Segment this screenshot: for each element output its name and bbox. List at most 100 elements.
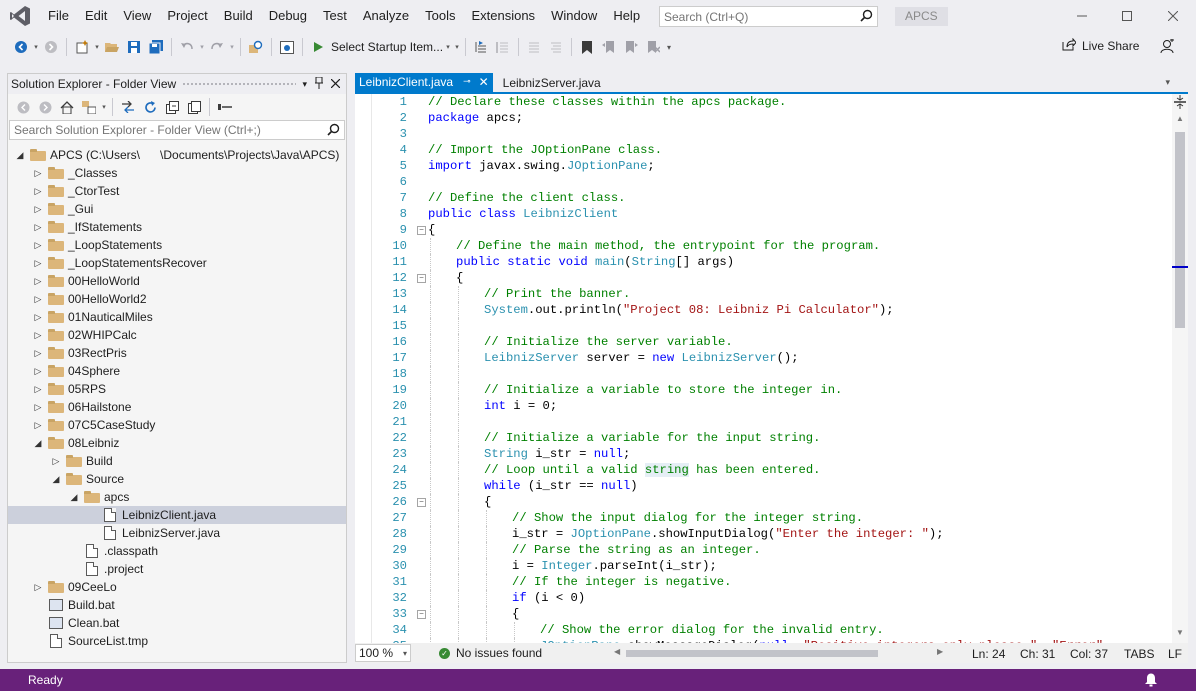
show-all-files-icon[interactable] bbox=[183, 96, 205, 118]
collapsed-arrow-icon[interactable]: ▷ bbox=[32, 312, 44, 323]
collapsed-arrow-icon[interactable]: ▷ bbox=[32, 222, 44, 233]
vertical-scrollbar[interactable]: ▲ ▼ bbox=[1172, 94, 1188, 643]
code-line[interactable]: 12 − { bbox=[355, 270, 1173, 286]
code-line[interactable]: 21 bbox=[355, 414, 1173, 430]
collapsed-arrow-icon[interactable]: ▷ bbox=[32, 384, 44, 395]
step-over-icon[interactable] bbox=[470, 36, 492, 58]
collapsed-arrow-icon[interactable]: ▷ bbox=[32, 168, 44, 179]
dropdown-arrow-icon[interactable]: ▾ bbox=[403, 649, 407, 658]
open-file-icon[interactable] bbox=[101, 36, 123, 58]
maximize-icon[interactable] bbox=[1104, 0, 1150, 32]
solution-explorer-search-input[interactable] bbox=[14, 123, 314, 137]
dropdown-arrow-icon[interactable]: ▾ bbox=[32, 36, 40, 58]
pin-icon[interactable] bbox=[315, 76, 323, 92]
collapsed-arrow-icon[interactable]: ▷ bbox=[32, 420, 44, 431]
code-line[interactable]: 28 i_str = JOptionPane.showInputDialog("E… bbox=[355, 526, 1173, 542]
dropdown-arrow-icon[interactable]: ▾ bbox=[198, 36, 206, 58]
menu-analyze[interactable]: Analyze bbox=[355, 0, 417, 32]
properties-icon[interactable] bbox=[214, 96, 236, 118]
code-editor[interactable]: 1 // Declare these classes within the apc… bbox=[355, 94, 1173, 643]
save-all-icon[interactable] bbox=[145, 36, 167, 58]
navigate-forward-icon[interactable] bbox=[40, 36, 62, 58]
solution-explorer-search[interactable] bbox=[9, 120, 345, 140]
code-line[interactable]: 4 // Import the JOptionPane class. bbox=[355, 142, 1173, 158]
code-line[interactable]: 1 // Declare these classes within the apc… bbox=[355, 94, 1173, 110]
collapsed-arrow-icon[interactable]: ▷ bbox=[32, 258, 44, 269]
tree-item[interactable]: LeibnizClient.java bbox=[8, 506, 346, 524]
dropdown-arrow-icon[interactable]: ▾ bbox=[100, 96, 108, 118]
tree-item[interactable]: ▷ 00HelloWorld bbox=[8, 272, 346, 290]
collapse-region-icon[interactable]: − bbox=[417, 498, 426, 507]
horizontal-scrollbar[interactable]: ◀ ▶ bbox=[614, 647, 945, 658]
dropdown-arrow-icon[interactable]: ▾ bbox=[93, 36, 101, 58]
tree-item[interactable]: .project bbox=[8, 560, 346, 578]
tree-item[interactable]: SourceList.tmp bbox=[8, 632, 346, 650]
collapsed-arrow-icon[interactable]: ▷ bbox=[32, 330, 44, 341]
refresh-icon[interactable] bbox=[139, 96, 161, 118]
scroll-up-icon[interactable]: ▲ bbox=[1172, 114, 1188, 128]
tree-item[interactable]: ◢ APCS (C:\Users\ \Documents\Projects\Jav… bbox=[8, 146, 346, 164]
comment-lines-icon[interactable] bbox=[523, 36, 545, 58]
code-line[interactable]: 8 public class LeibnizClient bbox=[355, 206, 1173, 222]
pin-tab-icon[interactable]: ⊸ bbox=[463, 76, 471, 87]
tree-item[interactable]: ▷ _LoopStatementsRecover bbox=[8, 254, 346, 272]
code-line[interactable]: 30 i = Integer.parseInt(i_str); bbox=[355, 558, 1173, 574]
tree-item[interactable]: ▷ Build bbox=[8, 452, 346, 470]
code-line[interactable]: 9 −{ bbox=[355, 222, 1173, 238]
char-indicator[interactable]: Ch: 31 bbox=[1020, 647, 1055, 661]
tree-item[interactable]: Build.bat bbox=[8, 596, 346, 614]
code-line[interactable]: 13 // Print the banner. bbox=[355, 286, 1173, 302]
panel-grip[interactable] bbox=[182, 81, 297, 87]
menu-project[interactable]: Project bbox=[159, 0, 215, 32]
tree-item[interactable]: Clean.bat bbox=[8, 614, 346, 632]
code-line[interactable]: 19 // Initialize a variable to store the … bbox=[355, 382, 1173, 398]
split-editor-icon[interactable] bbox=[1173, 95, 1187, 109]
menu-debug[interactable]: Debug bbox=[261, 0, 315, 32]
tree-item[interactable]: ▷ 00HelloWorld2 bbox=[8, 290, 346, 308]
code-line[interactable]: 33 − { bbox=[355, 606, 1173, 622]
code-line[interactable]: 15 bbox=[355, 318, 1173, 334]
dropdown-arrow-icon[interactable]: ▾ bbox=[443, 36, 453, 58]
code-line[interactable]: 29 // Parse the string as an integer. bbox=[355, 542, 1173, 558]
code-line[interactable]: 3 bbox=[355, 126, 1173, 142]
code-line[interactable]: 18 bbox=[355, 366, 1173, 382]
tree-item[interactable]: ▷ 01NauticalMiles bbox=[8, 308, 346, 326]
back-icon[interactable] bbox=[12, 96, 34, 118]
vertical-scroll-thumb[interactable] bbox=[1175, 132, 1185, 328]
tree-item[interactable]: .classpath bbox=[8, 542, 346, 560]
search-icon[interactable] bbox=[860, 9, 873, 25]
menu-view[interactable]: View bbox=[115, 0, 159, 32]
menu-build[interactable]: Build bbox=[216, 0, 261, 32]
collapsed-arrow-icon[interactable]: ▷ bbox=[32, 294, 44, 305]
menu-extensions[interactable]: Extensions bbox=[463, 0, 543, 32]
menu-tools[interactable]: Tools bbox=[417, 0, 463, 32]
search-box[interactable] bbox=[659, 6, 878, 27]
search-icon[interactable] bbox=[327, 123, 340, 139]
code-line[interactable]: 27 // Show the input dialog for the integ… bbox=[355, 510, 1173, 526]
code-line[interactable]: 24 // Loop until a valid string has been … bbox=[355, 462, 1173, 478]
tree-item[interactable]: ▷ 04Sphere bbox=[8, 362, 346, 380]
sync-with-document-icon[interactable] bbox=[117, 96, 139, 118]
next-bookmark-icon[interactable] bbox=[620, 36, 642, 58]
scroll-left-icon[interactable]: ◀ bbox=[614, 647, 620, 656]
expanded-arrow-icon[interactable]: ◢ bbox=[50, 474, 62, 485]
expanded-arrow-icon[interactable]: ◢ bbox=[32, 438, 44, 449]
tree-item[interactable]: ▷ _Classes bbox=[8, 164, 346, 182]
code-line[interactable]: 22 // Initialize a variable for the input… bbox=[355, 430, 1173, 446]
redo-icon[interactable] bbox=[206, 36, 228, 58]
menu-file[interactable]: File bbox=[40, 0, 77, 32]
code-line[interactable]: 14 System.out.println("Project 08: Leibni… bbox=[355, 302, 1173, 318]
tree-item[interactable]: ◢ 08Leibniz bbox=[8, 434, 346, 452]
collapse-region-icon[interactable]: − bbox=[417, 226, 426, 235]
expanded-arrow-icon[interactable]: ◢ bbox=[14, 150, 26, 161]
tree-item[interactable]: ▷ 02WHIPCalc bbox=[8, 326, 346, 344]
collapsed-arrow-icon[interactable]: ▷ bbox=[32, 204, 44, 215]
indent-mode-indicator[interactable]: TABS bbox=[1124, 647, 1154, 661]
tree-item[interactable]: ▷ _CtorTest bbox=[8, 182, 346, 200]
toolbar-options-icon[interactable]: ▾ bbox=[664, 36, 674, 58]
menu-edit[interactable]: Edit bbox=[77, 0, 115, 32]
tab-overflow-dropdown-icon[interactable]: ▾ bbox=[1165, 73, 1170, 92]
line-ending-indicator[interactable]: LF bbox=[1168, 647, 1182, 661]
code-line[interactable]: 20 int i = 0; bbox=[355, 398, 1173, 414]
tree-item[interactable]: ▷ 03RectPris bbox=[8, 344, 346, 362]
